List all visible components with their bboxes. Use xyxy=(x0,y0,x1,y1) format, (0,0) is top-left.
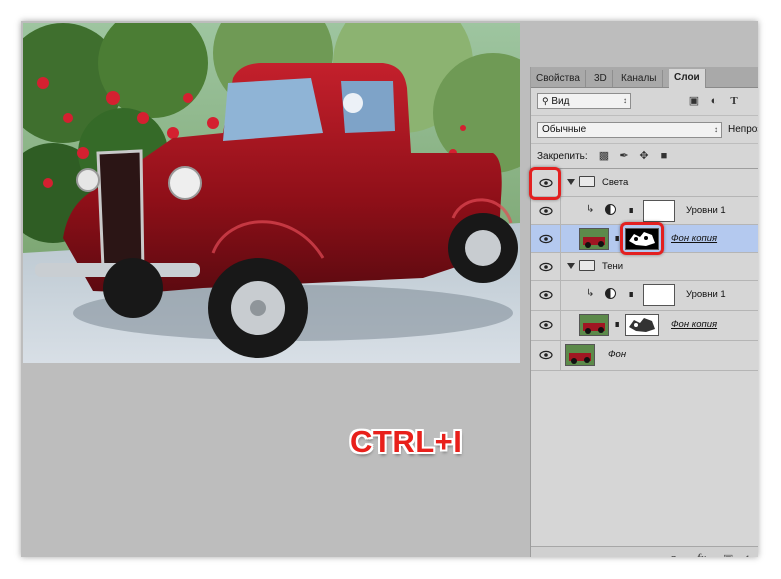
tab-3d[interactable]: 3D xyxy=(589,70,613,87)
visibility-column xyxy=(531,197,561,224)
eye-icon[interactable] xyxy=(539,349,553,361)
car-thumbnail-image xyxy=(580,229,608,249)
adjustment-layer-icon xyxy=(605,288,616,299)
photoshop-window: CTRL+I Свойства 3D Каналы Слои ⚲ Вид ↕ ▣… xyxy=(21,21,758,557)
adjustment-icon[interactable]: ◐ xyxy=(745,552,752,557)
blend-mode-value: Обычные xyxy=(542,124,587,135)
layer-name: Фон копия xyxy=(671,233,718,244)
layers-bottom-bar: ⚭ fx ▣ ◐ xyxy=(531,546,758,557)
visibility-column xyxy=(531,253,561,280)
hotkey-label: CTRL+I xyxy=(350,424,463,459)
adjustment-layer-icon xyxy=(605,204,616,215)
layer-row-levels-1-top[interactable]: ↳ ∎ Уровни 1 xyxy=(531,197,758,225)
updown-arrow-icon: ↕ xyxy=(714,125,718,134)
blend-row: Обычные ↕ Непроз xyxy=(531,115,758,142)
chain-link-icon[interactable]: ∎ xyxy=(614,319,620,330)
tab-layers[interactable]: Слои xyxy=(669,69,706,88)
car-thumbnail-image xyxy=(580,315,608,335)
filter-row: ⚲ Вид ↕ ▣ ◐ T xyxy=(531,89,758,113)
document-canvas[interactable] xyxy=(23,23,520,363)
mask-icon[interactable]: ▣ xyxy=(723,552,733,557)
visibility-column xyxy=(531,281,561,310)
eye-icon[interactable] xyxy=(539,261,553,273)
updown-arrow-icon: ↕ xyxy=(623,96,627,105)
mask-thumbnail[interactable] xyxy=(625,314,659,336)
layer-row-group-teni[interactable]: Тени xyxy=(531,253,758,281)
layer-thumbnail[interactable] xyxy=(579,228,609,250)
eye-icon[interactable] xyxy=(539,289,553,301)
layer-row-background[interactable]: Фон xyxy=(531,341,758,371)
layer-name: Тени xyxy=(602,261,624,272)
layer-name: Фон копия xyxy=(671,319,718,330)
car-thumbnail-image xyxy=(566,345,594,365)
filter-kind-select[interactable]: ⚲ Вид ↕ xyxy=(537,93,631,109)
lock-transparency-icon[interactable]: ▩ xyxy=(597,149,611,163)
type-filter-icon[interactable]: T xyxy=(727,94,741,108)
layer-row-fon-kopiya[interactable]: ∎ Фон копия xyxy=(531,311,758,341)
tab-channels[interactable]: Каналы xyxy=(616,70,663,87)
eye-icon[interactable] xyxy=(539,319,553,331)
eye-highlight-annotation xyxy=(529,167,561,200)
tab-properties[interactable]: Свойства xyxy=(531,70,586,87)
layers-panel: Свойства 3D Каналы Слои ⚲ Вид ↕ ▣ ◐ T Об… xyxy=(529,67,758,557)
layer-name: Фон xyxy=(608,349,627,360)
clip-arrow-icon: ↳ xyxy=(586,288,595,299)
visibility-column xyxy=(531,225,561,252)
lock-row: Закрепить: ▩ ✒ ✥ ■ xyxy=(531,143,758,169)
layer-row-levels-1-bottom[interactable]: ↳ ∎ Уровни 1 xyxy=(531,281,758,311)
lock-move-icon[interactable]: ✥ xyxy=(637,149,651,163)
layer-thumbnail[interactable] xyxy=(565,344,595,366)
layer-name: Уровни 1 xyxy=(686,289,726,300)
mask-thumbnail[interactable] xyxy=(643,200,675,222)
visibility-column xyxy=(531,341,561,370)
mask-highlight-annotation xyxy=(620,222,664,255)
chain-link-icon[interactable]: ∎ xyxy=(628,205,634,216)
car-photo xyxy=(23,23,520,363)
image-filter-icon[interactable]: ▣ xyxy=(687,94,701,108)
lock-all-icon[interactable]: ■ xyxy=(657,149,671,163)
layer-thumbnail[interactable] xyxy=(579,314,609,336)
lock-brush-icon[interactable]: ✒ xyxy=(617,149,631,163)
eye-icon[interactable] xyxy=(539,233,553,245)
panel-tabs: Свойства 3D Каналы Слои xyxy=(531,67,758,88)
mask-thumbnail[interactable] xyxy=(643,284,675,306)
layer-name: Света xyxy=(602,177,629,188)
expand-triangle-icon[interactable] xyxy=(567,179,575,185)
layer-name: Уровни 1 xyxy=(686,205,726,216)
link-icon[interactable]: ⚭ xyxy=(669,552,678,557)
layer-row-group-sveta[interactable]: Света xyxy=(531,169,758,197)
search-icon: ⚲ xyxy=(542,96,549,106)
clip-arrow-icon: ↳ xyxy=(586,204,595,215)
folder-icon xyxy=(579,260,595,271)
adjustment-filter-icon[interactable]: ◐ xyxy=(707,94,721,108)
lock-label: Закрепить: xyxy=(537,151,588,162)
visibility-column xyxy=(531,311,561,340)
chain-link-icon[interactable]: ∎ xyxy=(628,289,634,300)
mask-image xyxy=(626,315,658,335)
fx-icon[interactable]: fx xyxy=(697,552,706,557)
folder-icon xyxy=(579,176,595,187)
eye-icon[interactable] xyxy=(539,205,553,217)
filter-kind-value: Вид xyxy=(551,96,570,107)
opacity-label: Непроз xyxy=(728,124,758,135)
blend-mode-select[interactable]: Обычные ↕ xyxy=(537,122,722,138)
expand-triangle-icon[interactable] xyxy=(567,263,575,269)
